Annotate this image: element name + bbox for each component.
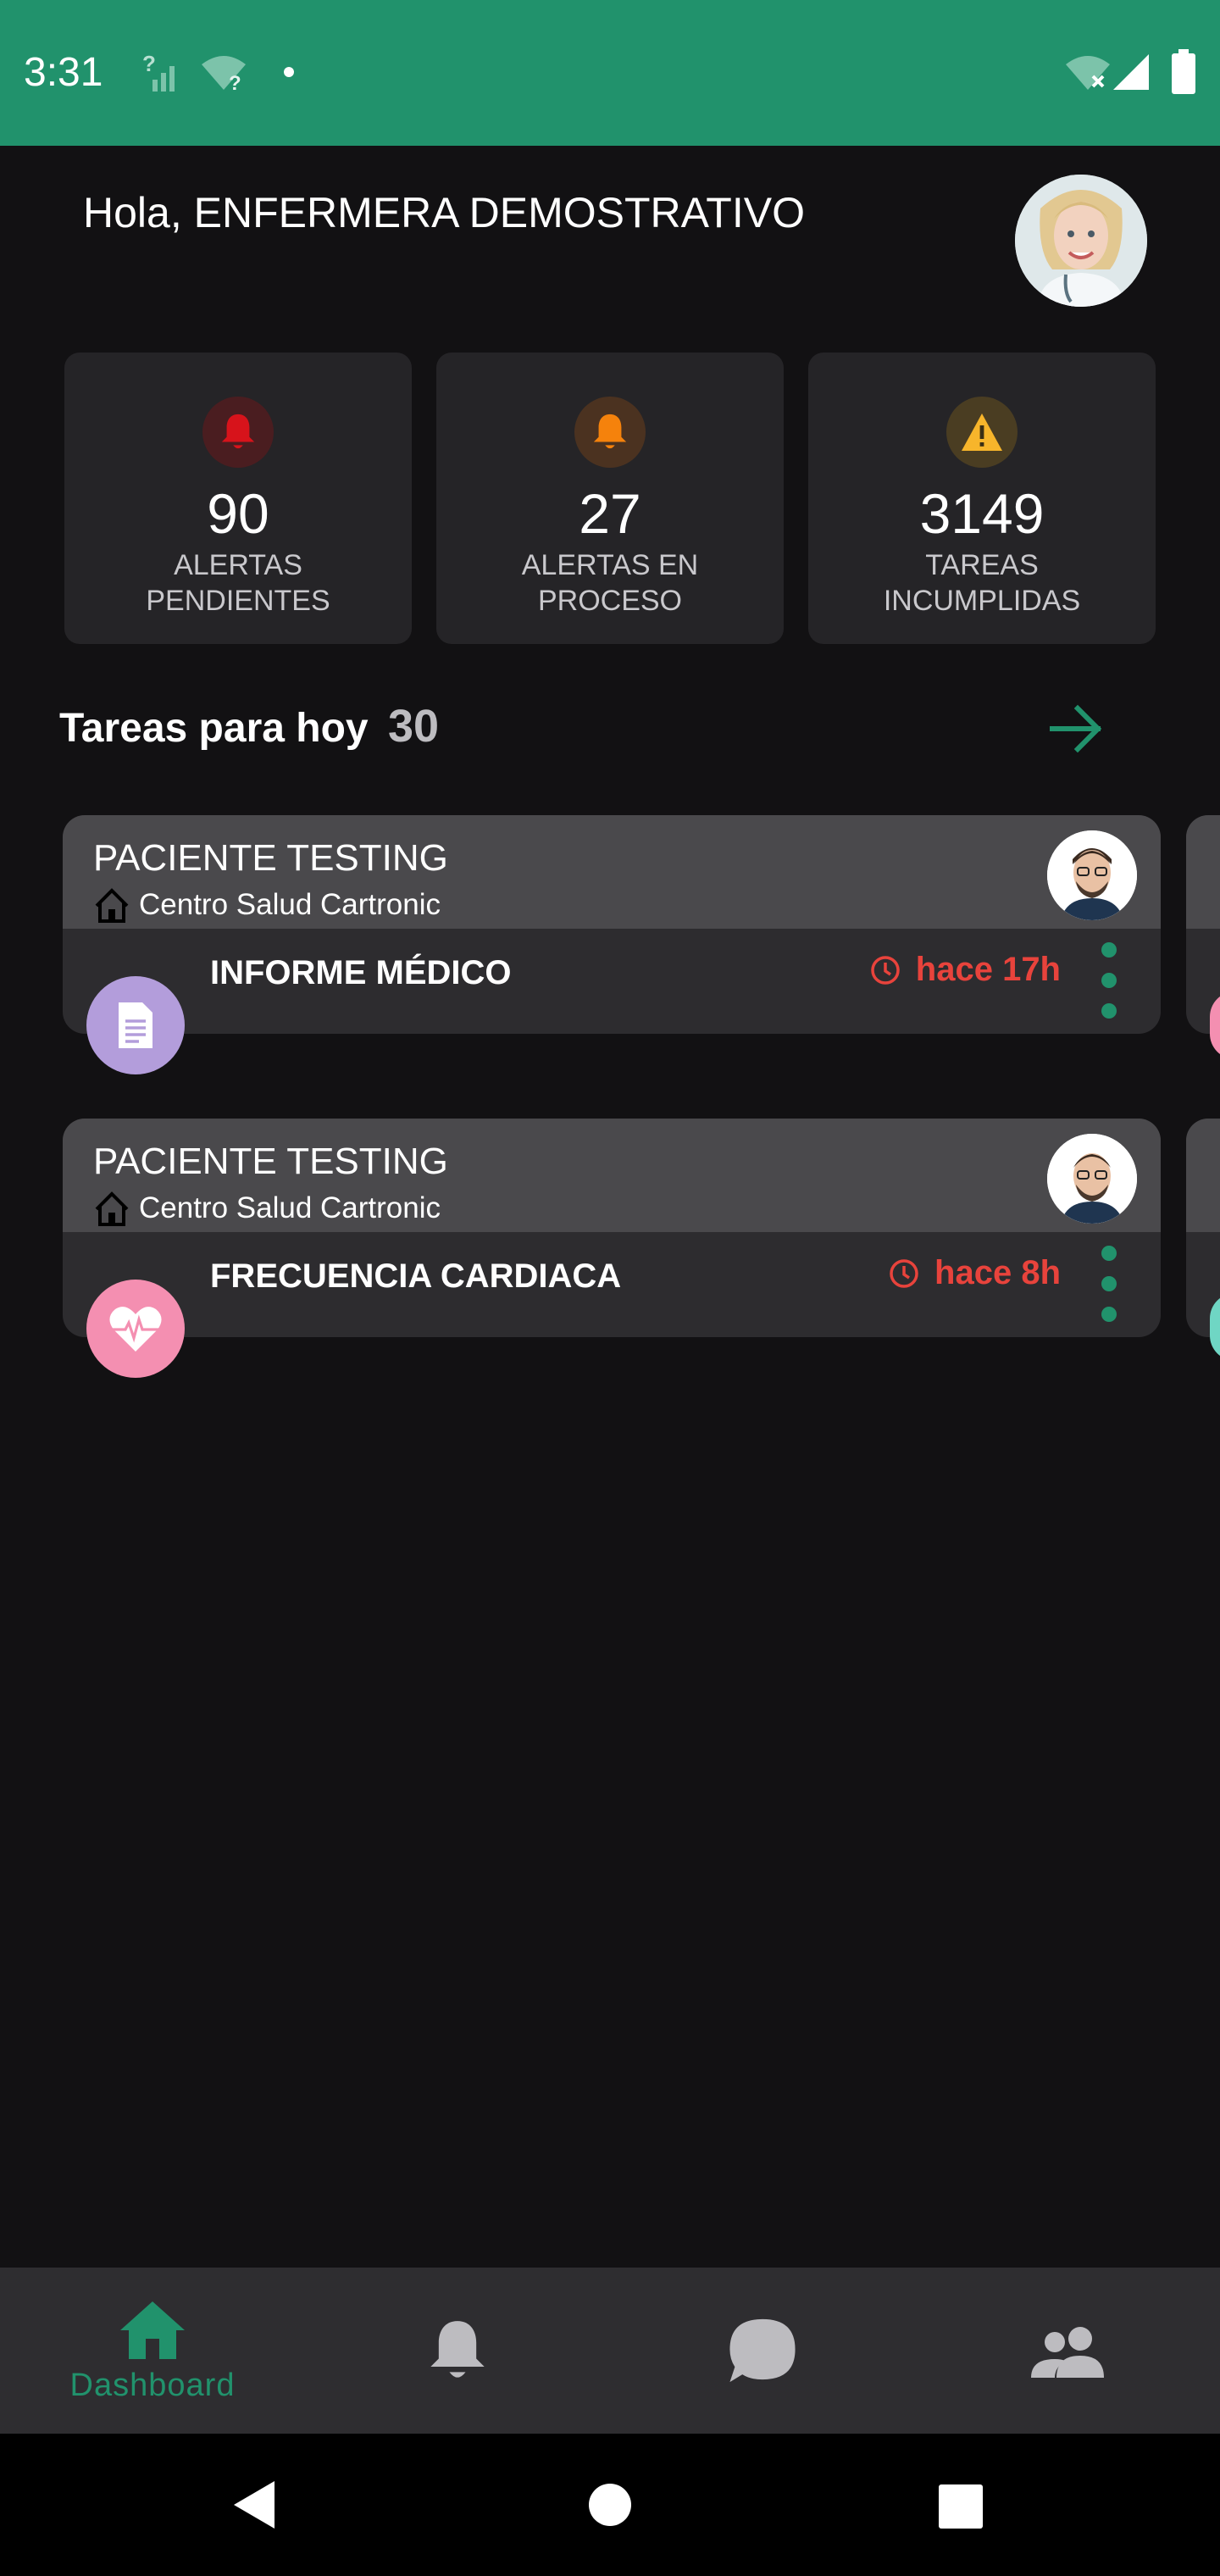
house-icon	[95, 1191, 129, 1226]
heart-rate-icon	[109, 1307, 162, 1352]
patient-name: PACIENTE TESTING	[93, 837, 448, 879]
stat-card-missed-tasks[interactable]: 3149 TAREAS INCUMPLIDAS	[808, 353, 1156, 644]
more-vert-icon[interactable]	[1101, 942, 1118, 1019]
nav-chat[interactable]	[678, 2268, 847, 2434]
stat-label: TAREAS INCUMPLIDAS	[883, 549, 1081, 617]
svg-text:?: ?	[142, 51, 156, 76]
signal-unknown-icon: ?	[142, 51, 175, 92]
bell-icon	[593, 414, 627, 449]
battery-icon	[1172, 49, 1195, 94]
task-type-badge	[86, 1280, 185, 1378]
center-name: Centro Salud Cartronic	[139, 1191, 441, 1224]
nurse-avatar[interactable]	[1015, 175, 1147, 307]
system-nav-bar	[0, 2434, 1220, 2576]
greeting-text: Hola, ENFERMERA DEMOSTRATIVO	[83, 189, 805, 236]
wifi-off-icon	[1066, 56, 1110, 90]
stat-card-pending-alerts[interactable]: 90 ALERTAS PENDIENTES	[64, 353, 412, 644]
bell-icon	[221, 414, 255, 449]
stat-icon-circle	[202, 397, 274, 468]
document-icon	[119, 1002, 152, 1048]
stat-value: 3149	[919, 482, 1045, 545]
nav-dashboard[interactable]: Dashboard	[51, 2268, 254, 2434]
task-card[interactable]: PACIENTE TESTING Centro Salud Cartronic …	[63, 1119, 1161, 1337]
tasks-count: 30	[388, 701, 440, 752]
stat-icon-circle	[574, 397, 646, 468]
clock-icon	[871, 955, 900, 985]
chat-icon	[729, 2318, 796, 2383]
center-row: Centro Salud Cartronic	[93, 886, 441, 924]
cell-signal-icon	[1113, 54, 1149, 90]
center-row: Centro Salud Cartronic	[93, 1190, 441, 1227]
more-vert-icon[interactable]	[1101, 1246, 1118, 1322]
patient-name: PACIENTE TESTING	[93, 1141, 448, 1182]
task-name: FRECUENCIA CARDIACA	[210, 1257, 622, 1295]
stat-label: ALERTAS PENDIENTES	[146, 549, 330, 617]
task-card[interactable]: PACIENTE TESTING Centro Salud Cartronic …	[63, 815, 1161, 1034]
home-circle-icon[interactable]	[588, 2483, 632, 2527]
back-icon[interactable]	[232, 2479, 276, 2530]
arrow-right-icon[interactable]	[1047, 702, 1106, 756]
stat-value: 27	[579, 482, 641, 545]
status-time: 3:31	[24, 50, 103, 95]
stat-card-alerts-in-progress[interactable]: 27 ALERTAS EN PROCESO	[436, 353, 784, 644]
task-type-badge	[86, 976, 185, 1074]
status-bar: 3:31 ? ?	[0, 0, 1220, 146]
patient-avatar[interactable]	[1047, 1134, 1137, 1224]
wifi-unknown-icon: ?	[202, 56, 246, 92]
dot-icon	[284, 67, 294, 77]
stat-label: ALERTAS EN PROCESO	[521, 549, 699, 617]
task-name: INFORME MÉDICO	[210, 954, 512, 991]
home-icon	[120, 2301, 185, 2359]
warning-icon	[962, 414, 1002, 451]
people-icon	[1031, 2327, 1104, 2378]
clock-icon	[890, 1258, 918, 1288]
task-time: hace 17h	[870, 951, 1061, 989]
bottom-nav: Dashboard	[0, 2268, 1220, 2434]
recents-icon[interactable]	[939, 2484, 983, 2529]
nav-contacts[interactable]	[983, 2268, 1152, 2434]
house-icon	[95, 888, 129, 923]
stat-value: 90	[207, 482, 269, 545]
task-time: hace 8h	[889, 1254, 1061, 1292]
bell-icon	[430, 2321, 485, 2378]
nav-label: Dashboard	[69, 2367, 236, 2403]
svg-text:?: ?	[229, 72, 241, 92]
stat-icon-circle	[946, 397, 1018, 468]
center-name: Centro Salud Cartronic	[139, 888, 441, 921]
patient-avatar[interactable]	[1047, 830, 1137, 920]
nav-alerts[interactable]	[373, 2268, 542, 2434]
tasks-title: Tareas para hoy	[59, 706, 369, 751]
